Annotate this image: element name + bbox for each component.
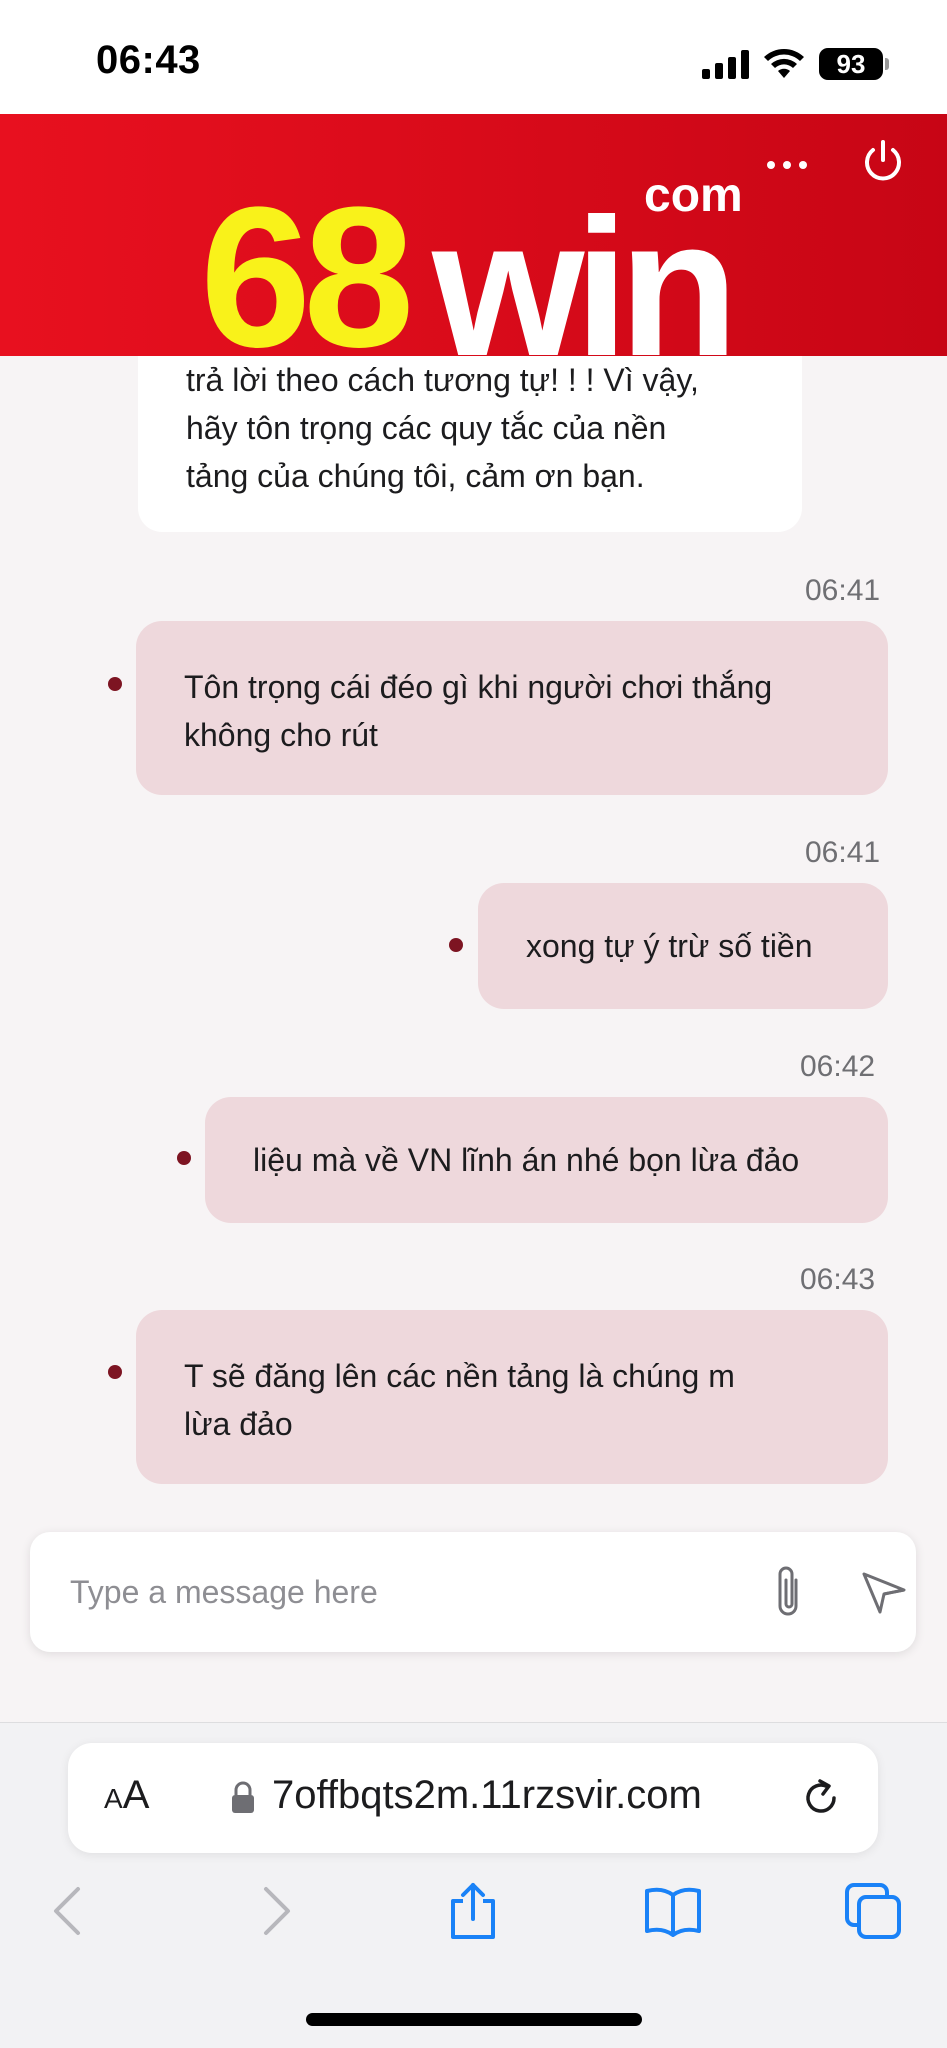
logo-suffix: com [644, 169, 743, 222]
lock-icon [232, 1781, 254, 1813]
user-message-line: xong tự ý trừ số tiền [526, 928, 813, 964]
tabs-icon[interactable] [843, 1881, 903, 1941]
send-icon[interactable] [860, 1568, 908, 1616]
user-message: Tôn trọng cái đéo gì khi người chơi thắn… [136, 621, 888, 795]
user-message-line: liệu mà về VN lĩnh án nhé bọn lừa đảo [253, 1142, 800, 1178]
logo-primary: 68 [200, 166, 414, 357]
paperclip-icon[interactable] [766, 1562, 810, 1622]
agent-message: trả lời theo cách tương tự! ! ! Vì vậy, … [138, 356, 802, 532]
user-message-line: lừa đảo [184, 1406, 293, 1442]
url-text[interactable]: 7offbqts2m.11rzsvir.com [272, 1773, 702, 1818]
chat-thread[interactable]: trả lời theo cách tương tự! ! ! Vì vậy, … [0, 356, 947, 1501]
agent-message-line: hãy tôn trọng các quy tắc của nền [186, 410, 667, 446]
address-bar[interactable]: AA 7offbqts2m.11rzsvir.com [68, 1743, 878, 1853]
power-icon[interactable] [858, 136, 908, 186]
user-message: liệu mà về VN lĩnh án nhé bọn lừa đảo [205, 1097, 888, 1223]
share-icon[interactable] [443, 1881, 503, 1941]
user-message: T sẽ đăng lên các nền tảng là chúng m lừ… [136, 1310, 888, 1484]
reload-icon[interactable] [798, 1775, 844, 1821]
cellular-signal-icon [702, 49, 749, 79]
message-timestamp: 06:42 [800, 1050, 876, 1083]
browser-chrome: AA 7offbqts2m.11rzsvir.com [0, 1722, 947, 2048]
site-header: 68 win com [0, 114, 947, 356]
user-message: xong tự ý trừ số tiền [478, 883, 888, 1009]
message-timestamp: 06:41 [805, 574, 881, 607]
back-icon[interactable] [40, 1881, 100, 1941]
message-status-dot [108, 1365, 122, 1379]
status-time: 06:43 [96, 38, 201, 82]
brand-logo: 68 win com [200, 172, 760, 357]
status-icons: 93 [702, 44, 889, 84]
message-timestamp: 06:41 [805, 836, 881, 869]
user-message-line: không cho rút [184, 717, 378, 753]
message-composer [30, 1532, 916, 1652]
agent-message-line: trả lời theo cách tương tự! ! ! Vì vậy, [186, 362, 699, 398]
message-input[interactable] [70, 1560, 710, 1624]
user-message-line: Tôn trọng cái đéo gì khi người chơi thắn… [184, 669, 773, 705]
more-dots-icon[interactable] [762, 150, 812, 180]
bookmarks-icon[interactable] [643, 1881, 703, 1941]
wifi-icon [764, 49, 804, 78]
status-bar: 06:43 93 [0, 0, 947, 114]
forward-icon[interactable] [244, 1881, 304, 1941]
agent-message-line: tảng của chúng tôi, cảm ơn bạn. [186, 458, 645, 494]
message-timestamp: 06:43 [800, 1263, 876, 1296]
message-status-dot [108, 677, 122, 691]
battery-indicator: 93 [819, 48, 889, 80]
message-status-dot [177, 1151, 191, 1165]
user-message-line: T sẽ đăng lên các nền tảng là chúng m [184, 1358, 735, 1394]
message-status-dot [449, 938, 463, 952]
home-indicator[interactable] [306, 2013, 642, 2026]
reader-text-size-button[interactable]: AA [104, 1773, 149, 1818]
